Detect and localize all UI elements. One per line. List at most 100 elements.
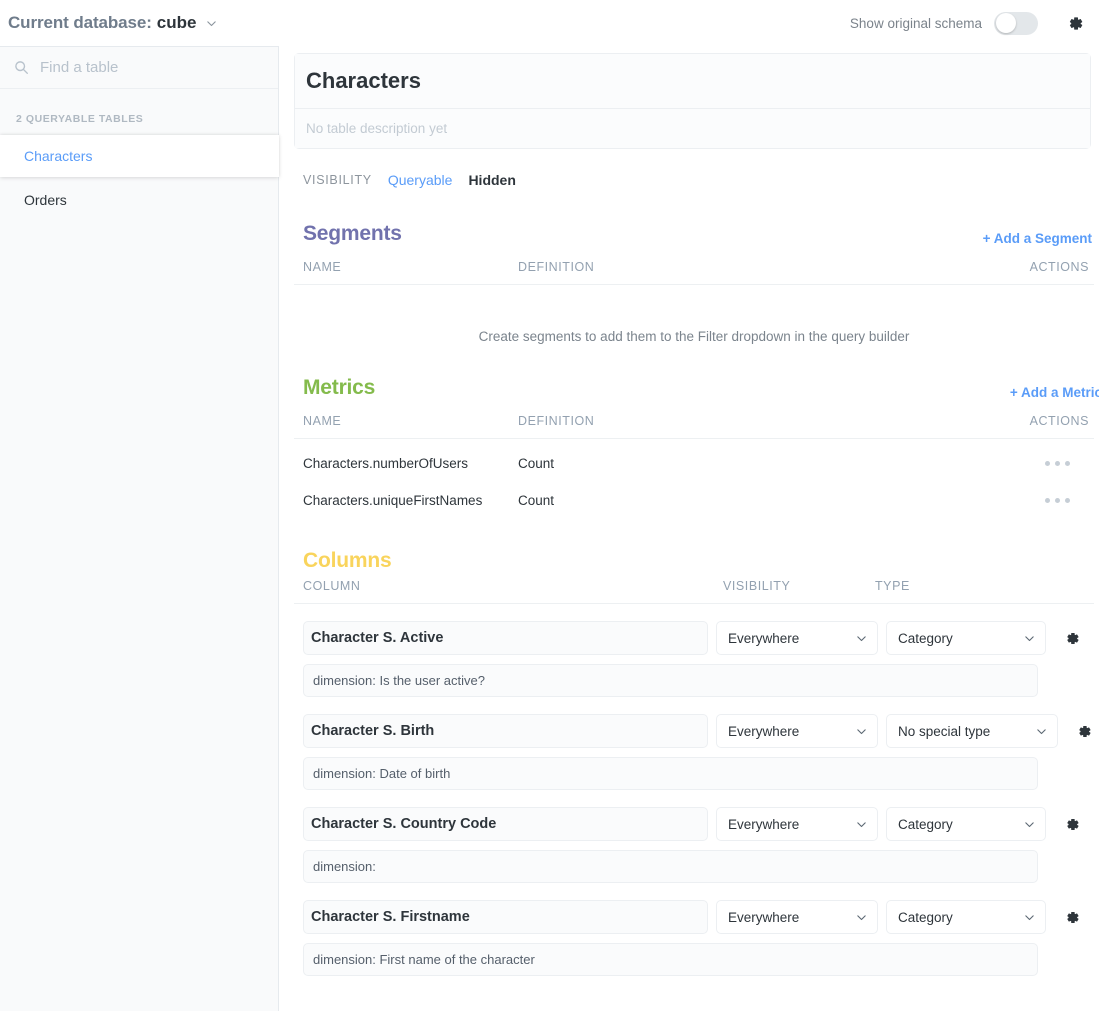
column-visibility-select[interactable]: Everywhere <box>716 714 878 748</box>
chevron-down-icon <box>855 911 868 924</box>
metric-name: Characters.uniqueFirstNames <box>303 493 483 508</box>
add-segment-link[interactable]: + Add a Segment <box>983 231 1092 246</box>
visibility-option-queryable[interactable]: Queryable <box>388 172 453 188</box>
column-type-select[interactable]: Category <box>886 900 1046 934</box>
ellipsis-icon <box>1045 498 1070 503</box>
sidebar-item-label: Characters <box>24 148 93 164</box>
column-row-birth: Character S. Birth Everywhere No special… <box>294 714 1094 790</box>
metrics-header: Metrics + Add a Metric <box>294 376 1099 400</box>
column-name-input[interactable]: Character S. Active <box>303 621 708 655</box>
column-description-input[interactable]: dimension: Is the user active? <box>303 664 1038 697</box>
metric-actions-menu[interactable] <box>1014 461 1094 466</box>
gear-icon[interactable] <box>1064 13 1085 34</box>
search-icon <box>14 60 29 75</box>
columns-table-header: COLUMN VISIBILITY TYPE <box>294 573 1094 604</box>
chevron-down-icon <box>855 818 868 831</box>
column-type-select[interactable]: Category <box>886 621 1046 655</box>
metric-name: Characters.numberOfUsers <box>303 456 469 471</box>
column-controls: Character S. Firstname Everywhere Catego… <box>303 900 1094 934</box>
column-name-input[interactable]: Character S. Birth <box>303 714 708 748</box>
chevron-down-icon <box>1023 818 1036 831</box>
column-controls: Character S. Birth Everywhere No special… <box>303 714 1094 748</box>
column-visibility-select[interactable]: Everywhere <box>716 900 878 934</box>
show-original-schema-toggle[interactable] <box>994 11 1038 35</box>
segments-col-definition: DEFINITION <box>518 260 595 274</box>
columns-col-visibility: VISIBILITY <box>723 579 791 593</box>
chevron-down-icon <box>855 632 868 645</box>
column-description-input[interactable]: dimension: <box>303 850 1038 883</box>
gear-icon[interactable] <box>1074 722 1093 741</box>
column-visibility-select[interactable]: Everywhere <box>716 621 878 655</box>
column-controls: Character S. Country Code Everywhere Cat… <box>303 807 1094 841</box>
sidebar-item-orders[interactable]: Orders <box>0 181 278 219</box>
column-type-value: Category <box>898 630 953 646</box>
column-description-input[interactable]: dimension: Date of birth <box>303 757 1038 790</box>
chevron-down-icon[interactable] <box>205 17 218 30</box>
columns-col-column: COLUMN <box>303 579 361 593</box>
table-row[interactable]: Characters.uniqueFirstNames Count <box>294 482 1094 519</box>
columns-header: Columns <box>294 549 1094 573</box>
segments-empty-message: Create segments to add them to the Filte… <box>478 329 910 344</box>
table-row[interactable]: Characters.numberOfUsers Count <box>294 445 1094 482</box>
sidebar-item-label: Orders <box>24 192 67 208</box>
metric-definition: Count <box>518 493 555 508</box>
page-body: Find a table 2 QUERYABLE TABLES Characte… <box>0 46 1099 1011</box>
segments-title: Segments <box>303 222 402 245</box>
column-name-input[interactable]: Character S. Country Code <box>303 807 708 841</box>
sidebar: Find a table 2 QUERYABLE TABLES Characte… <box>0 46 279 1011</box>
queryable-tables-header: 2 QUERYABLE TABLES <box>16 113 144 125</box>
search-input[interactable]: Find a table <box>0 47 278 89</box>
column-visibility-value: Everywhere <box>728 630 800 646</box>
add-metric-link[interactable]: + Add a Metric <box>1010 385 1099 400</box>
column-visibility-select[interactable]: Everywhere <box>716 807 878 841</box>
column-type-select[interactable]: No special type <box>886 714 1058 748</box>
gear-icon[interactable] <box>1062 908 1081 927</box>
main-content: Characters No table description yet VISI… <box>279 46 1099 1011</box>
metric-actions-menu[interactable] <box>1014 498 1094 503</box>
column-type-value: Category <box>898 816 953 832</box>
segments-table-header: NAME DEFINITION ACTIONS <box>294 246 1094 285</box>
column-description-input[interactable]: dimension: First name of the character <box>303 943 1038 976</box>
column-visibility-value: Everywhere <box>728 909 800 925</box>
metrics-col-definition: DEFINITION <box>518 414 595 428</box>
chevron-down-icon <box>1023 911 1036 924</box>
visibility-option-hidden[interactable]: Hidden <box>468 172 515 188</box>
ellipsis-icon <box>1045 461 1070 466</box>
column-type-value: Category <box>898 909 953 925</box>
segments-col-actions: ACTIONS <box>1029 260 1089 274</box>
metrics-table-header: NAME DEFINITION ACTIONS <box>294 400 1094 439</box>
table-description-input[interactable]: No table description yet <box>295 109 1090 148</box>
table-header-card: Characters No table description yet <box>294 53 1091 149</box>
chevron-down-icon <box>1035 725 1048 738</box>
columns-section: Columns COLUMN VISIBILITY TYPE Character… <box>294 549 1094 976</box>
search-placeholder: Find a table <box>40 59 119 76</box>
sidebar-item-characters[interactable]: Characters <box>0 135 279 177</box>
toggle-knob <box>995 13 1016 33</box>
current-database-name: cube <box>156 13 197 32</box>
current-database-selector[interactable]: Current database: cube <box>8 13 218 33</box>
metrics-title: Metrics <box>303 376 376 399</box>
visibility-label: VISIBILITY <box>303 173 372 187</box>
table-title-input[interactable]: Characters <box>295 54 1090 109</box>
columns-col-type: TYPE <box>875 579 910 593</box>
metrics-col-name: NAME <box>303 414 342 428</box>
column-controls: Character S. Active Everywhere Category <box>303 621 1094 655</box>
chevron-down-icon <box>855 725 868 738</box>
top-bar: Current database: cube Show original sch… <box>0 0 1099 46</box>
column-type-select[interactable]: Category <box>886 807 1046 841</box>
metrics-col-actions: ACTIONS <box>1029 414 1089 428</box>
gear-icon[interactable] <box>1062 629 1081 648</box>
segments-col-name: NAME <box>303 260 342 274</box>
column-visibility-value: Everywhere <box>728 723 800 739</box>
column-type-value: No special type <box>898 723 991 739</box>
column-visibility-value: Everywhere <box>728 816 800 832</box>
column-name-input[interactable]: Character S. Firstname <box>303 900 708 934</box>
column-row-active: Character S. Active Everywhere Category <box>294 621 1094 697</box>
table-visibility-controls: VISIBILITY Queryable Hidden <box>294 149 1099 188</box>
top-bar-controls: Show original schema <box>850 11 1085 35</box>
metrics-section: Metrics + Add a Metric NAME DEFINITION A… <box>294 376 1099 519</box>
gear-icon[interactable] <box>1062 815 1081 834</box>
chevron-down-icon <box>1023 632 1036 645</box>
columns-title: Columns <box>303 549 392 572</box>
segments-section: Segments + Add a Segment NAME DEFINITION… <box>294 222 1094 344</box>
